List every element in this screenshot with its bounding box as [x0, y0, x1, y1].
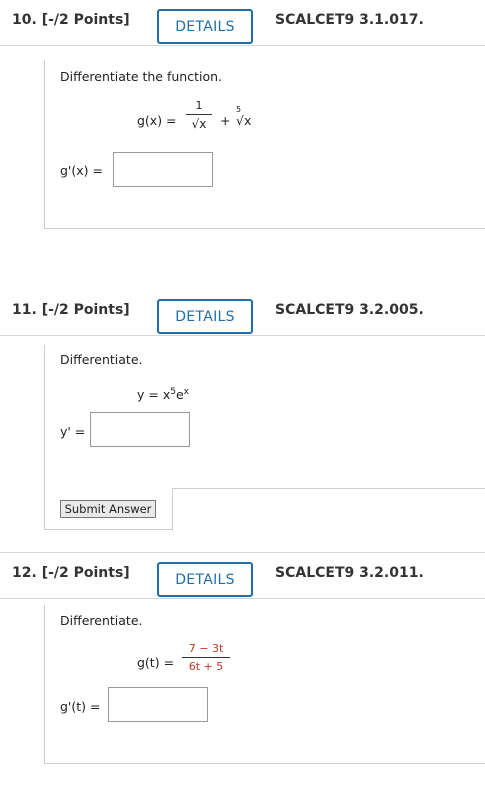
question-10-details-button[interactable]: DETAILS: [157, 9, 253, 44]
question-12-details-button[interactable]: DETAILS: [157, 562, 253, 597]
question-12-frac-den: 6t + 5: [188, 660, 224, 673]
question-10-prompt: Differentiate the function.: [60, 69, 222, 84]
question-12-title: 12. [-/2 Points]: [12, 565, 130, 581]
question-11-code: SCALCET9 3.2.005.: [275, 302, 424, 318]
question-11-title: 11. [-/2 Points]: [12, 302, 130, 318]
question-12-prompt: Differentiate.: [60, 613, 143, 628]
question-12-fraction: 7 − 3t 6t + 5: [182, 642, 230, 673]
question-11-panel-bottom: [44, 529, 173, 530]
question-11-details-button[interactable]: DETAILS: [157, 299, 253, 334]
question-12-answer-field[interactable]: [108, 687, 208, 722]
question-10-function-lhs: g(x) =: [137, 113, 177, 128]
question-12-panel: [44, 605, 485, 764]
question-11-prompt: Differentiate.: [60, 352, 143, 367]
question-12-frac-bar: [182, 657, 230, 658]
question-10-answer-label: g'(x) =: [60, 163, 103, 178]
question-12-frac-num: 7 − 3t: [188, 642, 224, 655]
question-10-title: 10. [-/2 Points]: [12, 12, 130, 28]
question-10-frac-bar: [186, 114, 212, 115]
question-11-expression: y = x5ex: [137, 387, 189, 403]
question-11-answer-field[interactable]: [90, 412, 190, 447]
question-12-header: 12. [-/2 Points] DETAILS SCALCET9 3.2.01…: [0, 552, 485, 599]
question-11-answer-label: y' =: [60, 424, 86, 439]
question-12-answer-label: g'(t) =: [60, 699, 101, 714]
question-10-fraction: 1 √x: [186, 99, 212, 131]
question-10-frac-den: √x: [191, 117, 207, 131]
question-10-code: SCALCET9 3.1.017.: [275, 12, 424, 28]
question-12-function-lhs: g(t) =: [137, 655, 175, 670]
question-10-root-body: √x: [236, 113, 252, 128]
question-11-panel-notch: [172, 488, 485, 531]
question-12-code: SCALCET9 3.2.011.: [275, 565, 424, 581]
question-11-header: 11. [-/2 Points] DETAILS SCALCET9 3.2.00…: [0, 290, 485, 336]
submit-answer-button[interactable]: Submit Answer: [60, 500, 156, 518]
question-10-header: 10. [-/2 Points] DETAILS SCALCET9 3.1.01…: [0, 0, 485, 46]
question-10-answer-field[interactable]: [113, 152, 213, 187]
question-10-frac-num: 1: [195, 99, 203, 112]
question-10-plus: +: [220, 113, 231, 128]
question-10-panel: [44, 60, 485, 229]
